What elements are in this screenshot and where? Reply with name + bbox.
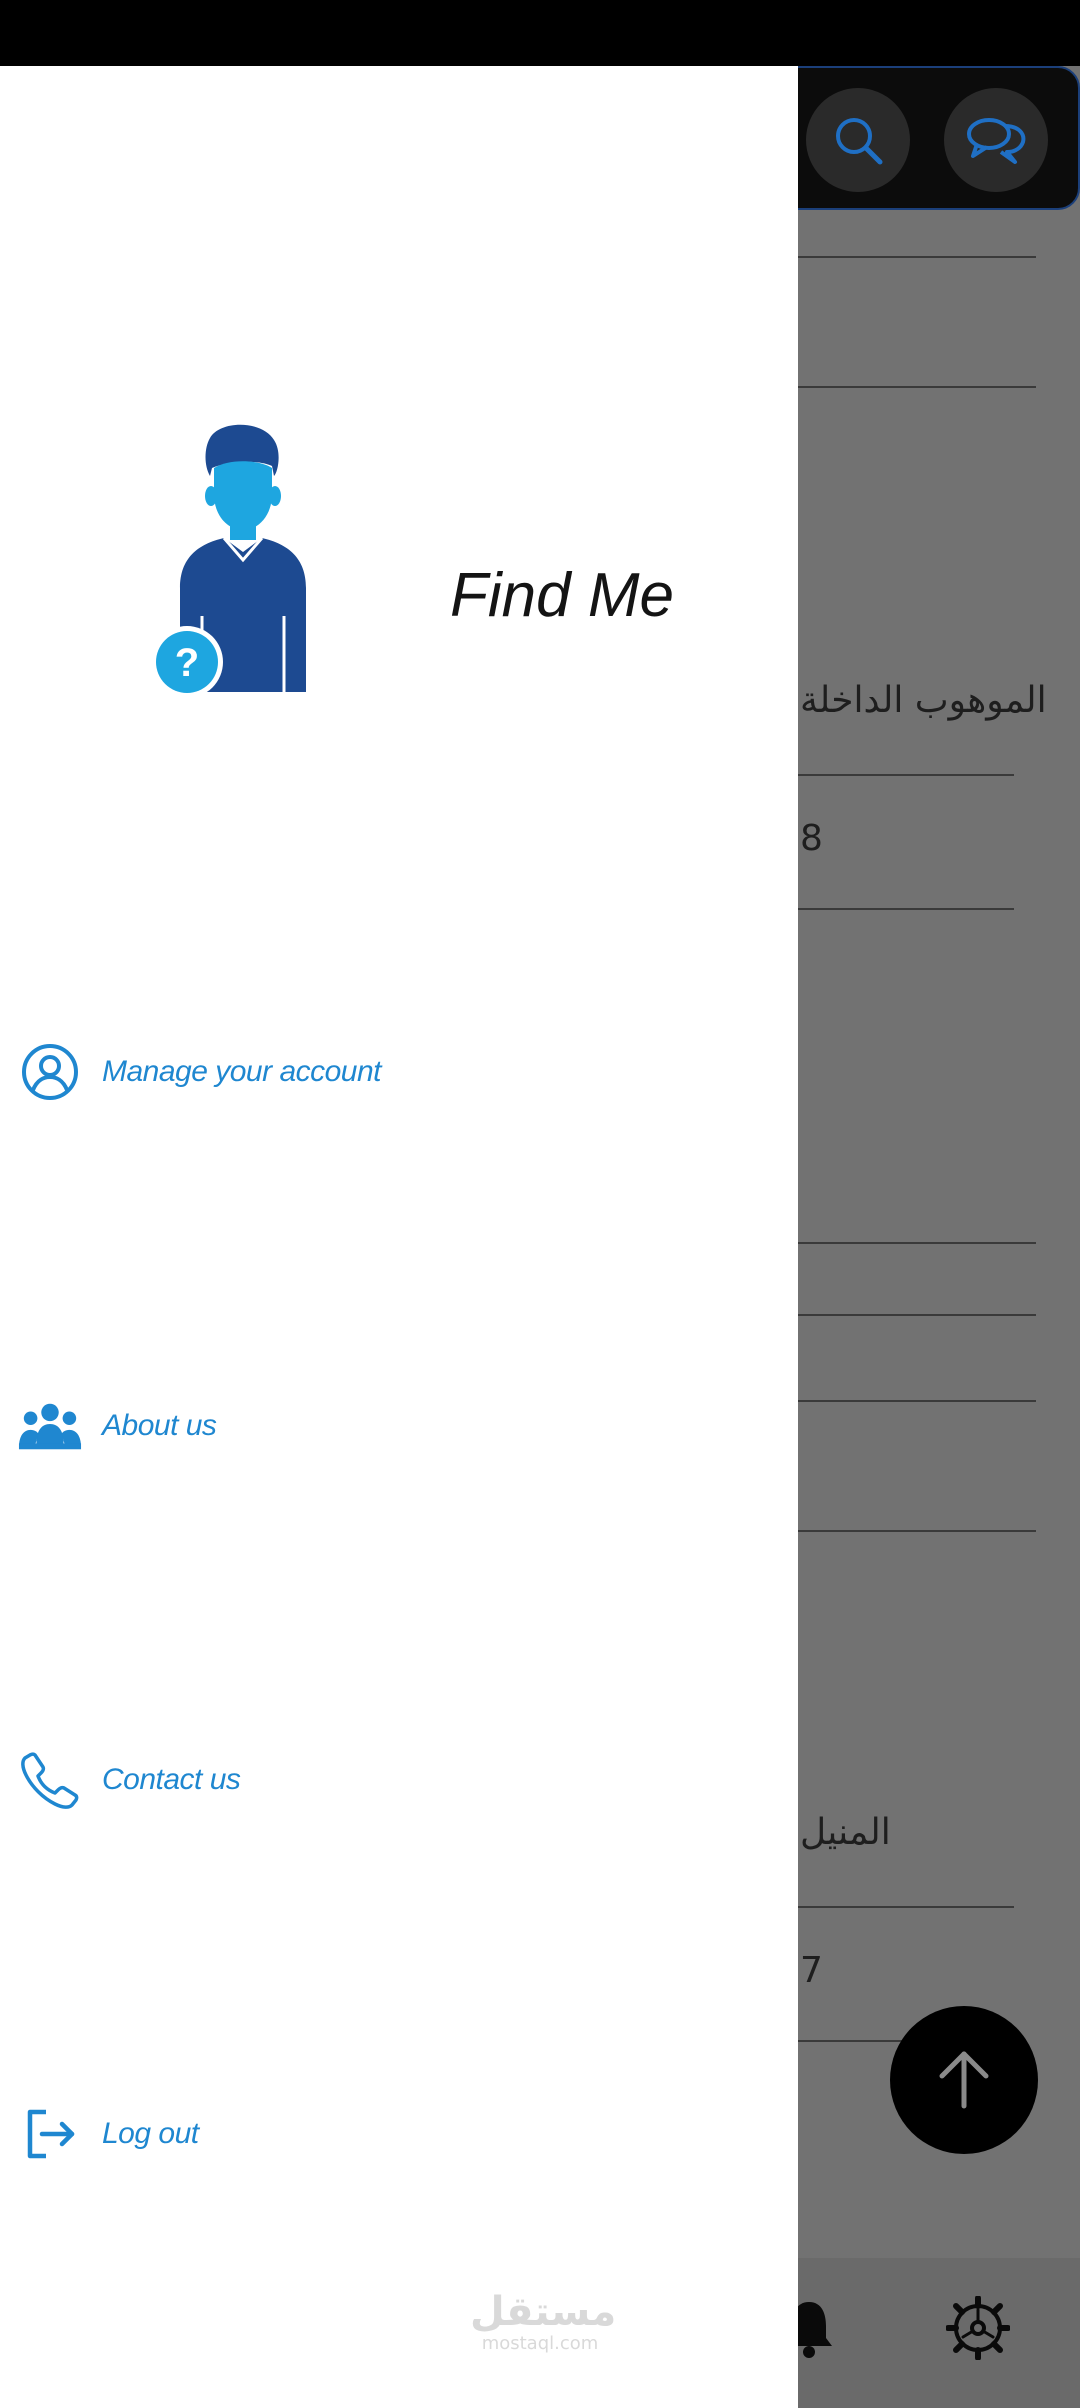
menu-item-label: Log out bbox=[102, 2117, 199, 2150]
menu-item-manage-account[interactable]: Manage your account bbox=[0, 1022, 798, 1122]
search-icon bbox=[836, 118, 883, 165]
list-item-number: 7 bbox=[800, 1950, 823, 1991]
divider bbox=[798, 386, 1036, 388]
menu-item-contact-us[interactable]: Contact us bbox=[0, 1730, 798, 1830]
scroll-to-top-button[interactable] bbox=[890, 2006, 1038, 2154]
navigation-drawer: ? Find Me Manage your account About us C… bbox=[0, 66, 798, 2408]
chat-bubbles-icon bbox=[967, 118, 1026, 164]
gear-icon[interactable] bbox=[946, 2296, 1010, 2360]
watermark-arabic: مستقل bbox=[470, 2289, 617, 2335]
divider bbox=[798, 1314, 1036, 1316]
search-button[interactable] bbox=[806, 88, 910, 192]
divider bbox=[798, 256, 1036, 258]
menu-item-label: About us bbox=[102, 1409, 217, 1442]
arrow-up-icon bbox=[939, 2051, 989, 2109]
divider bbox=[798, 1400, 1036, 1402]
user-circle-icon bbox=[18, 1040, 82, 1104]
mostaql-watermark-logo: مستقل mostaql.com bbox=[470, 2289, 617, 2354]
divider bbox=[798, 1242, 1036, 1244]
svg-text:?: ? bbox=[175, 641, 199, 685]
chat-button[interactable] bbox=[944, 88, 1048, 192]
logout-icon bbox=[18, 2102, 82, 2166]
menu-item-label: Manage your account bbox=[102, 1055, 382, 1088]
menu-item-label: Contact us bbox=[102, 1763, 241, 1796]
status-bar bbox=[0, 0, 1080, 66]
user-help-avatar-icon: ? bbox=[151, 424, 306, 698]
list-item-text: الموهوب الداخلة bbox=[800, 680, 1047, 721]
list-item-number: 8 bbox=[800, 818, 823, 859]
watermark-latin: mostaql.com bbox=[481, 2333, 599, 2354]
divider bbox=[798, 774, 1014, 776]
divider bbox=[798, 1906, 1014, 1908]
divider bbox=[798, 1530, 1036, 1532]
menu-item-about-us[interactable]: About us bbox=[0, 1376, 798, 1476]
list-item-text: المنيل bbox=[800, 1812, 891, 1853]
divider bbox=[798, 908, 1014, 910]
menu-item-log-out[interactable]: Log out bbox=[0, 2084, 798, 2184]
phone-icon bbox=[18, 1748, 82, 1812]
users-icon bbox=[18, 1394, 82, 1458]
app-title: Find Me bbox=[450, 561, 674, 630]
top-action-bar bbox=[760, 66, 1080, 210]
